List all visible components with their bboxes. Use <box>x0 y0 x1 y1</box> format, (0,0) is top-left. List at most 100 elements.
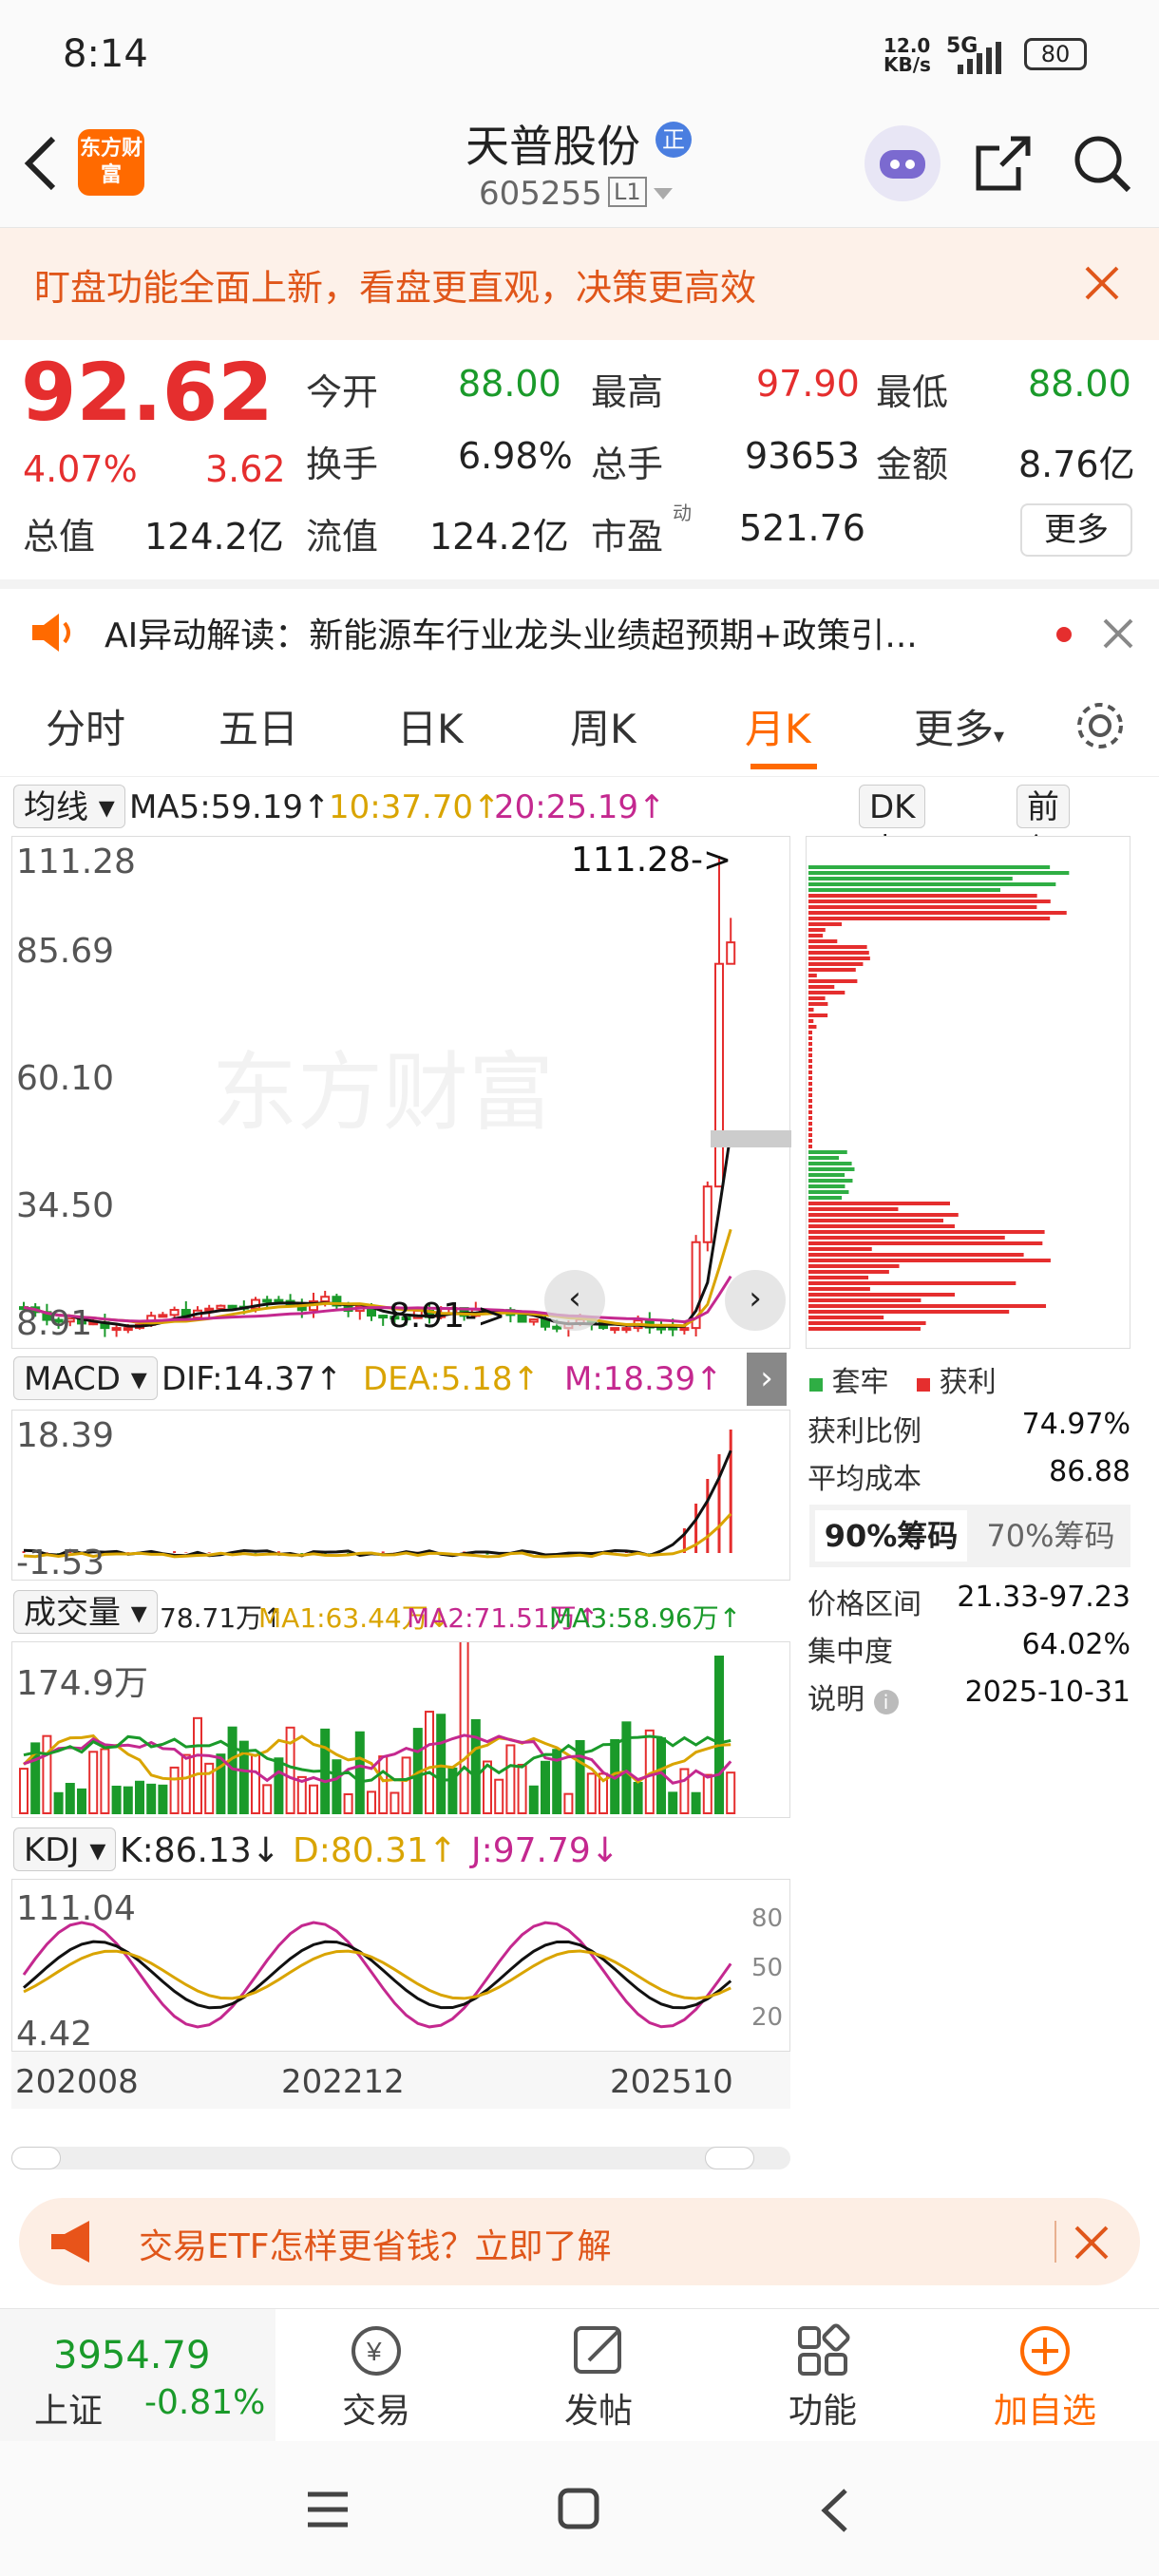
macd-dea: DEA:5.18↑ <box>363 1360 540 1398</box>
volume-value: 93653 <box>745 435 860 477</box>
trade-button[interactable]: ¥ 交易 <box>329 2322 424 2433</box>
settings-icon[interactable] <box>1074 699 1127 752</box>
candle-body <box>262 1298 273 1303</box>
chip-bar <box>808 1013 828 1017</box>
chip-bar <box>808 1230 1045 1234</box>
megaphone-icon <box>51 2221 89 2263</box>
tab-more[interactable]: 更多▾ <box>914 697 1004 755</box>
index-ticker[interactable]: 3954.79 上证 -0.81% <box>0 2309 276 2442</box>
tab-daily-k[interactable]: 日K <box>397 697 464 755</box>
note-row[interactable]: 说明 i 2025-10-31 <box>808 1676 1130 1717</box>
chip-bar <box>808 1241 1043 1245</box>
chip-distribution-chart[interactable] <box>806 836 1130 1349</box>
candle-body <box>216 1304 226 1310</box>
volume-bar <box>691 1791 701 1814</box>
chip-bar <box>808 1145 812 1148</box>
chip-bar <box>808 905 1037 909</box>
tab-fenshi[interactable]: 分时 <box>46 697 125 755</box>
volume-bar <box>505 1744 516 1814</box>
volume-bar <box>123 1786 133 1815</box>
macd-selector[interactable]: MACD ▾ <box>13 1356 158 1400</box>
chip-bar <box>808 1122 812 1126</box>
chip-bar <box>808 974 817 977</box>
price-range-row: 价格区间 21.33-97.23 <box>808 1581 1130 1621</box>
kdj-y-bottom: 4.42 <box>16 2015 93 2054</box>
bottom-toolbar: 3954.79 上证 -0.81% ¥ 交易 发帖 功能 加自选 <box>0 2308 1159 2442</box>
volume-bar <box>528 1785 539 1815</box>
ma10-value: 10:37.70↑ <box>329 788 501 826</box>
kdj-chart[interactable]: 111.04 4.42 80 50 20 <box>11 1879 790 2054</box>
chip-bar <box>808 1002 828 1006</box>
kline-chart[interactable]: 东方财富 111.28 85.69 60.10 34.50 8.91 111.2… <box>11 836 791 1349</box>
chip-bar <box>808 1202 951 1205</box>
kdj-d: D:80.31↑ <box>293 1831 458 1870</box>
ma-selector[interactable]: 均线 ▾ <box>13 785 125 828</box>
search-icon[interactable] <box>1072 133 1132 194</box>
close-icon[interactable] <box>1083 264 1121 302</box>
volume-selector[interactable]: 成交量 ▾ <box>13 1590 158 1634</box>
tab-chip-90[interactable]: 90%筹码 <box>815 1510 967 1562</box>
menu-icon[interactable] <box>304 2489 352 2530</box>
battery-icon: 80 <box>1024 38 1087 70</box>
volume-bar <box>633 1781 643 1814</box>
chip-bar <box>808 1321 926 1325</box>
volume-label: 总手 <box>591 444 664 485</box>
robot-assistant-icon[interactable] <box>864 125 940 201</box>
chip-bar <box>808 882 1056 886</box>
scroll-handle-left[interactable] <box>11 2147 61 2169</box>
tab-monthly-k[interactable]: 月K <box>745 697 811 755</box>
kdj-level-50: 50 <box>751 1954 784 1982</box>
kdj-selector[interactable]: KDJ ▾ <box>13 1828 117 1871</box>
volume-bar <box>390 1791 400 1814</box>
status-bar: 8:14 12.0 KB/s 5G 80 <box>0 0 1159 104</box>
volume-bar <box>354 1731 365 1814</box>
back-icon[interactable] <box>21 133 59 194</box>
pe-value: 521.76 <box>739 507 865 549</box>
chip-bar <box>808 1150 847 1154</box>
chart-scrollbar[interactable] <box>11 2147 790 2169</box>
tab-chip-70[interactable]: 70%筹码 <box>977 1510 1125 1562</box>
promo-banner[interactable]: 盯盘功能全面上新，看盘更直观，决策更高效 <box>0 228 1159 340</box>
tab-weekly-k[interactable]: 周K <box>570 697 636 755</box>
ai-text: AI异动解读：新能源车行业龙头业绩超预期+政策引... <box>104 616 918 655</box>
active-tab-indicator <box>750 764 817 769</box>
volume-chart[interactable]: 174.9万 <box>11 1630 790 1818</box>
app-logo[interactable]: 东方财富 <box>78 129 144 196</box>
expand-panel-icon[interactable]: › <box>747 1353 787 1406</box>
function-button[interactable]: 功能 <box>775 2322 870 2433</box>
etf-banner[interactable]: 交易ETF怎样更省钱？立即了解 <box>19 2198 1140 2285</box>
system-nav-bar <box>0 2441 1159 2576</box>
macd-chart[interactable]: 18.39 -1.53 <box>11 1410 790 1582</box>
chart-prev-button[interactable]: ‹ <box>544 1270 605 1331</box>
home-icon[interactable] <box>557 2487 600 2530</box>
chip-bar <box>808 1298 922 1302</box>
kline-toolbar: 均线 ▾ MA5:59.19↑ 10:37.70↑ 20:25.19↑ DK点 … <box>0 777 1070 914</box>
ai-insight-bar[interactable]: AI异动解读：新能源车行业龙头业绩超预期+政策引... <box>0 579 1159 674</box>
volume-bar <box>425 1711 434 1814</box>
candle-body <box>726 941 736 965</box>
share-icon[interactable] <box>973 133 1034 194</box>
adjust-selector[interactable]: 前复权 <box>1016 785 1070 914</box>
post-button[interactable]: 发帖 <box>551 2322 646 2433</box>
chart-next-button[interactable]: › <box>725 1270 786 1331</box>
chip-bar <box>808 996 826 1000</box>
more-button[interactable]: 更多 <box>1020 503 1132 557</box>
scroll-handle-right[interactable] <box>705 2147 754 2169</box>
volume-bar <box>586 1772 597 1814</box>
chip-bar <box>808 1133 812 1137</box>
caret-down-icon[interactable] <box>652 186 674 201</box>
min-annotation: 8.91-> <box>389 1297 506 1335</box>
amount-label: 金额 <box>876 444 949 485</box>
volume-bar <box>714 1656 724 1815</box>
close-icon[interactable] <box>1074 2225 1110 2261</box>
high-label: 最高 <box>591 371 664 413</box>
total-mv-label: 总值 <box>23 516 96 558</box>
back-nav-icon[interactable] <box>817 2487 851 2534</box>
chip-bar <box>808 1213 959 1217</box>
tab-five-day[interactable]: 五日 <box>218 697 298 755</box>
info-icon: i <box>873 1690 899 1714</box>
close-icon[interactable] <box>1102 617 1134 650</box>
add-watchlist-button[interactable]: 加自选 <box>978 2322 1112 2433</box>
dk-point-button[interactable]: DK点 ◢ <box>859 785 926 914</box>
chip-bar <box>808 968 856 972</box>
